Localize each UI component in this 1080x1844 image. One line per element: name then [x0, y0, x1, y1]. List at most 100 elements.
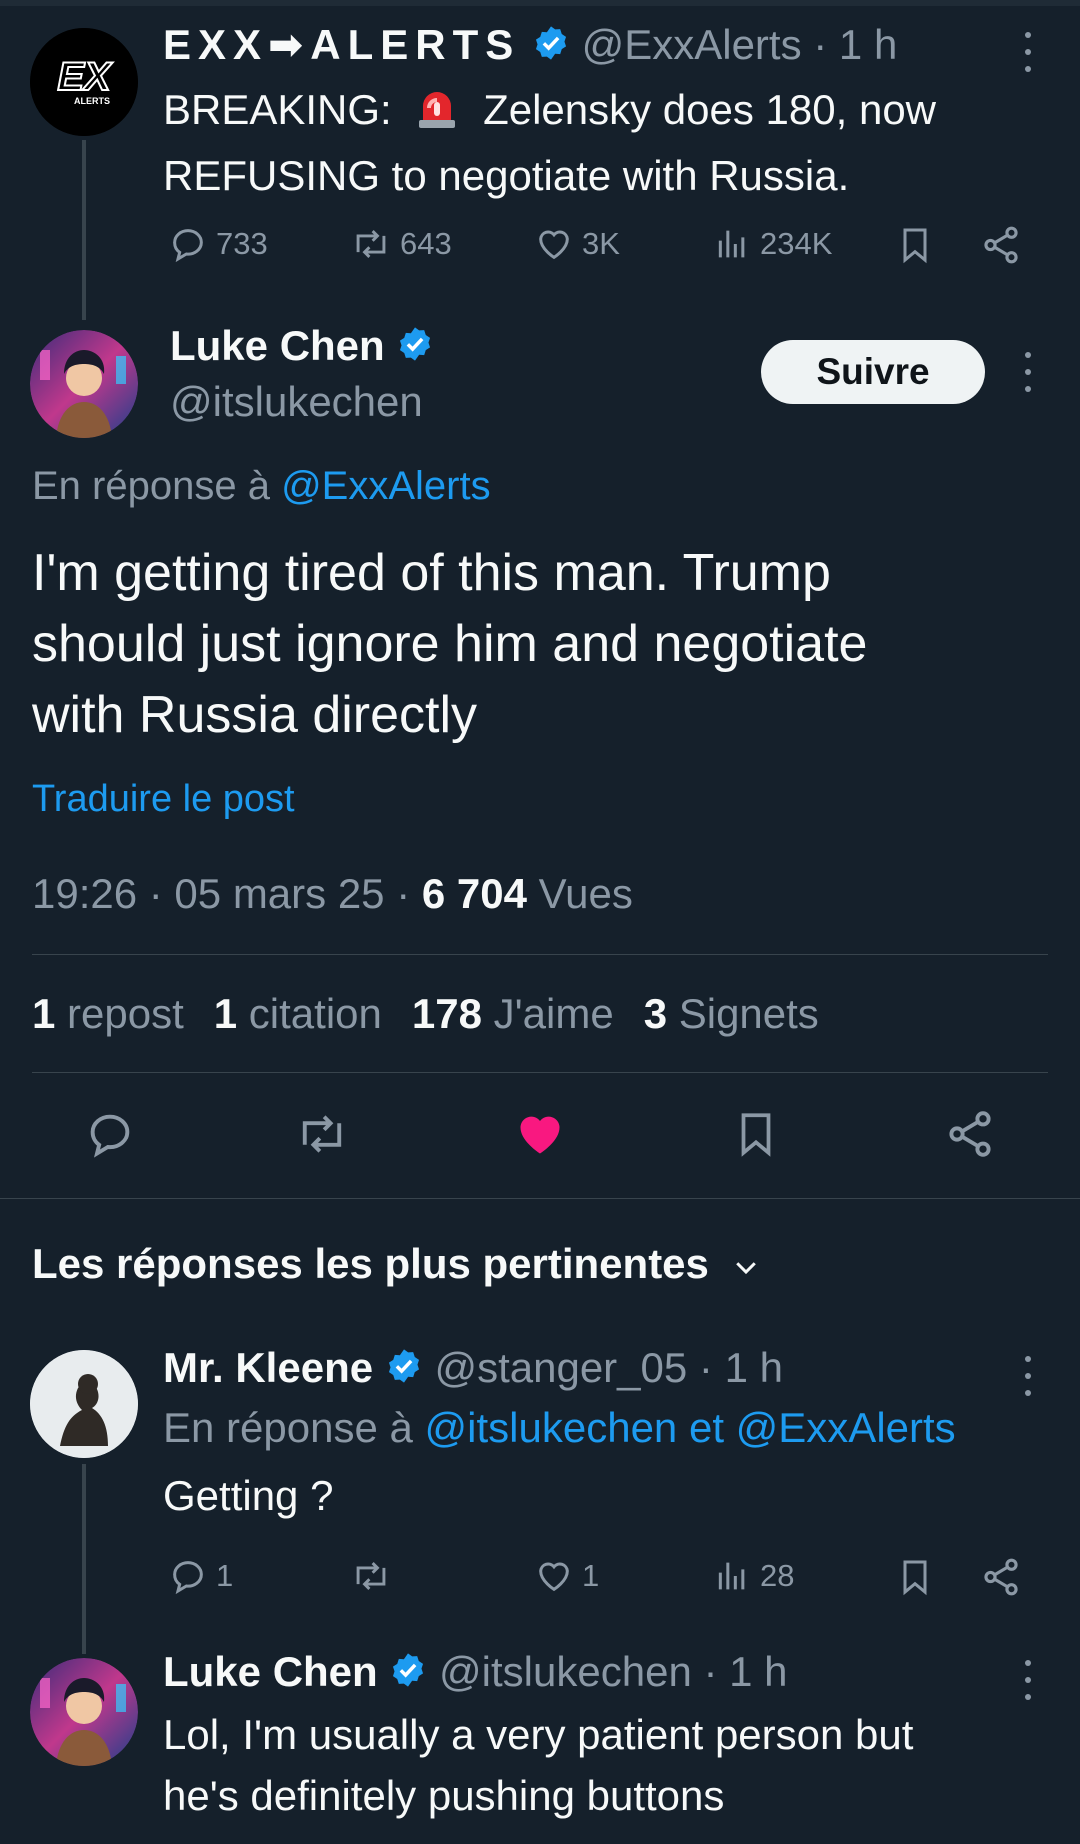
reply1-author-name[interactable]: Mr. Kleene [163, 1344, 373, 1391]
tweet1-author-name[interactable]: EXX➡ALERTS [163, 21, 520, 68]
tweet1-reply-button[interactable]: 733 [168, 224, 268, 264]
tweet1-like-button[interactable]: 3K [534, 224, 620, 264]
share-icon [949, 1111, 991, 1157]
tweet1-handle[interactable]: @ExxAlerts [582, 21, 802, 68]
main-views-count: 6 704 [421, 870, 527, 917]
reply-icon [173, 229, 203, 263]
more-options-icon[interactable] [1016, 1356, 1040, 1396]
reply1-reply-button[interactable]: 1 [168, 1556, 233, 1596]
exx-logo-icon: EX ALERTS [30, 28, 138, 136]
luke-chen-avatar[interactable] [30, 1658, 138, 1766]
heart-icon [539, 1562, 569, 1592]
main-author-name-row: Luke Chen [170, 322, 434, 373]
tweet1-share-button[interactable] [980, 224, 1022, 271]
main-tweet-text: I'm getting tired of this man. Trump sho… [32, 538, 1052, 751]
stat-quotes[interactable]: 1 citation [214, 990, 382, 1037]
reply1-like-button[interactable]: 1 [534, 1556, 599, 1596]
views-icon [718, 1562, 745, 1590]
main-author-name[interactable]: Luke Chen [170, 322, 385, 369]
reply1-time: · 1 h [698, 1344, 783, 1391]
main-share-button[interactable] [940, 1104, 1000, 1164]
thread-line [82, 140, 86, 320]
reply1-bookmark-button[interactable] [895, 1556, 935, 1603]
tweet1-view-count: 234K [760, 226, 833, 261]
reply1-views-button[interactable]: 28 [712, 1556, 794, 1596]
reply1-header: Mr. Kleene @stanger_05 · 1 h [163, 1344, 783, 1395]
svg-text:EX: EX [57, 55, 113, 99]
verified-icon [389, 1651, 427, 1699]
main-bookmark-button[interactable] [726, 1104, 786, 1164]
exxalerts-avatar[interactable]: EX ALERTS [30, 28, 138, 136]
more-options-icon[interactable] [1016, 32, 1040, 72]
svg-text:ALERTS: ALERTS [74, 96, 110, 106]
bookmark-icon [903, 228, 927, 264]
more-options-icon[interactable] [1016, 352, 1040, 392]
main-like-button[interactable] [510, 1104, 570, 1164]
share-icon [984, 1558, 1018, 1596]
main-text-line2: should just ignore him and negotiate [32, 615, 868, 673]
verified-icon [385, 1347, 423, 1395]
verified-icon [532, 24, 570, 72]
translate-post-link[interactable]: Traduire le post [32, 778, 295, 821]
repost-icon [356, 1562, 386, 1590]
reply2-text: Lol, I'm usually a very patient person b… [163, 1704, 1053, 1826]
reply-icon [173, 1561, 203, 1595]
reply2-author-name[interactable]: Luke Chen [163, 1648, 378, 1695]
tweet1-reply-count: 733 [216, 226, 268, 261]
main-views-label: Vues [538, 870, 633, 917]
mr-kleene-avatar[interactable] [30, 1350, 138, 1458]
more-options-icon[interactable] [1016, 1660, 1040, 1700]
views-icon [718, 230, 745, 258]
tweet1-views-button[interactable]: 234K [712, 224, 832, 264]
heart-filled-icon [520, 1116, 560, 1154]
main-reply-button[interactable] [80, 1104, 140, 1164]
reply2-text-line1: Lol, I'm usually a very patient person b… [163, 1711, 914, 1758]
reply1-share-button[interactable] [980, 1556, 1022, 1603]
reply2-time: · 1 h [703, 1648, 788, 1695]
stat-reposts[interactable]: 1 repost [32, 990, 184, 1037]
stat-likes[interactable]: 178 J'aime [412, 990, 614, 1037]
avatar-image [30, 1658, 138, 1766]
reply-to-handle-link[interactable]: @ExxAlerts [281, 464, 491, 508]
tweet1-text-line2: REFUSING to negotiate with Russia. [163, 152, 850, 199]
reply1-repost-button[interactable] [350, 1556, 392, 1596]
bookmark-icon [741, 1113, 771, 1157]
main-reply-to: En réponse à @ExxAlerts [32, 464, 491, 509]
tweet1-bookmark-button[interactable] [895, 224, 935, 271]
divider [0, 1198, 1080, 1199]
follow-button[interactable]: Suivre [761, 340, 985, 404]
tweet1-text: BREAKING: Zelensky does 180, now REFUSIN… [163, 80, 1043, 206]
tweet1-repost-count: 643 [400, 226, 452, 261]
tweet1-time: · 1 h [813, 21, 898, 68]
reply-to-prefix: En réponse à [32, 464, 270, 508]
main-text-line3: with Russia directly [32, 686, 478, 744]
top-edge [0, 0, 1080, 6]
tweet1-header: EXX➡ALERTS @ExxAlerts · 1 h [163, 20, 897, 72]
verified-icon [396, 325, 434, 373]
stat-bookmarks[interactable]: 3 Signets [644, 990, 819, 1037]
luke-chen-avatar[interactable] [30, 330, 138, 438]
replies-sort-dropdown[interactable]: Les réponses les plus pertinentes [32, 1240, 761, 1288]
reply2-header: Luke Chen @itslukechen · 1 h [163, 1648, 788, 1699]
tweet1-repost-button[interactable]: 643 [350, 224, 452, 264]
tweet1-text-line1-post: Zelensky does 180, now [483, 86, 937, 133]
main-text-line1: I'm getting tired of this man. Trump [32, 544, 831, 602]
repost-icon [302, 1115, 342, 1153]
thread-line [82, 1464, 86, 1654]
reply1-reply-to-links[interactable]: @itslukechen et @ExxAlerts [425, 1404, 956, 1451]
repost-icon [356, 230, 386, 258]
reply1-handle[interactable]: @stanger_05 [434, 1344, 687, 1391]
reply2-text-line2: he's definitely pushing buttons [163, 1772, 725, 1819]
siren-emoji-icon [415, 86, 459, 146]
replies-header-label: Les réponses les plus pertinentes [32, 1240, 709, 1287]
engagement-stats: 1 repost 1 citation 178 J'aime 3 Signets [32, 990, 819, 1038]
main-author-handle[interactable]: @itslukechen [170, 378, 423, 426]
reply1-reply-to: En réponse à @itslukechen et @ExxAlerts [163, 1404, 956, 1451]
avatar-image [30, 330, 138, 438]
reply2-handle[interactable]: @itslukechen [439, 1648, 692, 1695]
main-repost-button[interactable] [292, 1104, 352, 1164]
thinker-statue-image [30, 1350, 138, 1458]
reply-icon [90, 1114, 130, 1158]
bookmark-icon [903, 1560, 927, 1596]
tweet1-like-count: 3K [582, 226, 620, 261]
